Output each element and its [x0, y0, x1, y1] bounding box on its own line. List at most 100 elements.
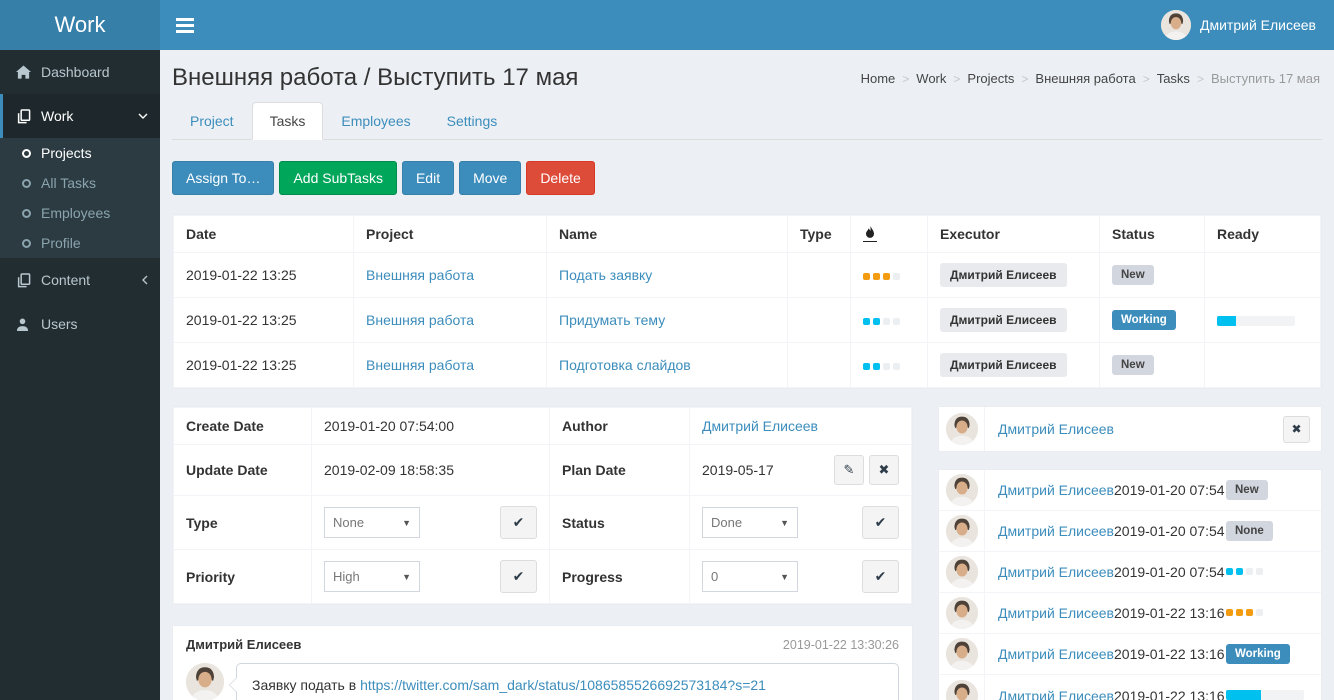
apply-progress-button[interactable]: ✔ — [862, 560, 899, 593]
sidebar-item-label: Projects — [41, 145, 92, 161]
apply-status-button[interactable]: ✔ — [862, 506, 899, 539]
history-row: Дмитрий Елисеев 2019-01-22 13:16 — [939, 593, 1321, 634]
task-link[interactable]: Подать заявку — [559, 267, 652, 283]
author-link[interactable]: Дмитрий Елисеев — [702, 418, 818, 434]
col-type: Type — [788, 216, 851, 253]
project-link[interactable]: Внешняя работа — [366, 312, 474, 328]
assign-to-button[interactable]: Assign To… — [172, 161, 274, 195]
history-user-link[interactable]: Дмитрий Елисеев — [985, 646, 1114, 662]
sidebar-item-employees[interactable]: Employees — [0, 198, 160, 228]
delete-button[interactable]: Delete — [526, 161, 594, 195]
edit-plan-date-button[interactable]: ✎ — [834, 455, 864, 485]
comment-link[interactable]: https://twitter.com/sam_dark/status/1086… — [360, 677, 766, 693]
task-date: 2019-01-22 13:25 — [174, 298, 354, 343]
content-area: Внешняя работа / Выступить 17 мая Home>W… — [160, 50, 1334, 700]
user-menu[interactable]: Дмитрий Елисеев — [1161, 10, 1316, 40]
task-link[interactable]: Подготовка слайдов — [559, 357, 691, 373]
tab-project[interactable]: Project — [172, 102, 252, 140]
history-date: 2019-01-20 07:54 — [1114, 482, 1226, 498]
priority-sort-link[interactable] — [863, 226, 877, 242]
priority-select[interactable]: High▼ — [324, 561, 420, 592]
history-user-link[interactable]: Дмитрий Елисеев — [985, 482, 1114, 498]
breadcrumb-projects[interactable]: Projects — [967, 71, 1014, 86]
check-icon: ✔ — [513, 514, 525, 531]
type-select[interactable]: None▼ — [324, 507, 420, 538]
task-priority — [851, 343, 928, 388]
history-user-link[interactable]: Дмитрий Елисеев — [985, 523, 1114, 539]
sidebar-item-work[interactable]: Work — [0, 94, 160, 138]
history-date: 2019-01-22 13:16 — [1114, 646, 1226, 662]
breadcrumb-tasks[interactable]: Tasks — [1157, 71, 1190, 86]
sidebar-item-label: Dashboard — [41, 64, 110, 80]
history-avatar — [946, 680, 978, 700]
status-badge: New — [1100, 343, 1205, 388]
move-button[interactable]: Move — [459, 161, 521, 195]
brand-logo[interactable]: Work — [0, 0, 160, 50]
create-date-value: 2019-01-20 07:54:00 — [312, 408, 550, 445]
breadcrumb-project[interactable]: Внешняя работа — [1035, 71, 1135, 86]
type-label: Type — [174, 496, 312, 550]
executor-avatar — [946, 413, 978, 445]
copy-icon — [16, 273, 41, 288]
project-link[interactable]: Внешняя работа — [366, 357, 474, 373]
tasks-table-panel: Date Project Name Type Executor Status R… — [172, 214, 1322, 389]
progress-select[interactable]: 0▼ — [702, 561, 798, 592]
add-subtasks-button[interactable]: Add SubTasks — [279, 161, 397, 195]
select-arrow-icon: ▼ — [780, 572, 789, 582]
status-select[interactable]: Done▼ — [702, 507, 798, 538]
check-icon: ✔ — [875, 514, 887, 531]
edit-button[interactable]: Edit — [402, 161, 454, 195]
user-avatar — [1161, 10, 1191, 40]
sidebar-item-content[interactable]: Content — [0, 258, 160, 302]
sidebar-item-users[interactable]: Users — [0, 302, 160, 346]
history-date: 2019-01-20 07:54 — [1114, 523, 1226, 539]
tab-tasks[interactable]: Tasks — [252, 102, 324, 140]
apply-type-button[interactable]: ✔ — [500, 506, 537, 539]
task-link[interactable]: Придумать тему — [559, 312, 665, 328]
sidebar: Dashboard Work Projects All Tasks Employ… — [0, 50, 160, 700]
apply-priority-button[interactable]: ✔ — [500, 560, 537, 593]
history-row: Дмитрий Елисеев 2019-01-20 07:54 New — [939, 470, 1321, 511]
task-toolbar: Assign To… Add SubTasks Edit Move Delete — [172, 161, 1322, 195]
sidebar-item-dashboard[interactable]: Dashboard — [0, 50, 160, 94]
history-user-link[interactable]: Дмитрий Елисеев — [985, 564, 1114, 580]
sidebar-item-label: Profile — [41, 235, 81, 251]
task-type — [788, 253, 851, 298]
pencil-icon: ✎ — [844, 462, 855, 478]
executor-badge: Дмитрий Елисеев — [940, 263, 1067, 287]
select-arrow-icon: ▼ — [402, 518, 411, 528]
task-ready — [1205, 298, 1321, 343]
sidebar-item-projects[interactable]: Projects — [0, 138, 160, 168]
sidebar-item-label: Work — [41, 108, 73, 124]
circle-icon — [22, 239, 31, 248]
sidebar-item-profile[interactable]: Profile — [0, 228, 160, 258]
clear-plan-date-button[interactable]: ✖ — [869, 455, 899, 485]
col-name: Name — [547, 216, 788, 253]
history-row: Дмитрий Елисеев 2019-01-20 07:54 None — [939, 511, 1321, 552]
sidebar-item-all-tasks[interactable]: All Tasks — [0, 168, 160, 198]
task-type — [788, 298, 851, 343]
breadcrumb-home[interactable]: Home — [861, 71, 896, 86]
remove-executor-button[interactable]: ✖ — [1283, 416, 1310, 443]
chevron-down-icon — [138, 113, 148, 119]
history-user-link[interactable]: Дмитрий Елисеев — [985, 688, 1114, 700]
task-date: 2019-01-22 13:25 — [174, 253, 354, 298]
tasks-table: Date Project Name Type Executor Status R… — [173, 215, 1321, 388]
status-badge: New — [1100, 253, 1205, 298]
tab-settings[interactable]: Settings — [429, 102, 516, 140]
work-submenu: Projects All Tasks Employees Profile — [0, 138, 160, 258]
executor-panel: Дмитрий Елисеев ✖ — [938, 406, 1322, 452]
comment-panel: Дмитрий Елисеев 2019-01-22 13:30:26 Заяв… — [172, 625, 913, 700]
history-panel: Дмитрий Елисеев 2019-01-20 07:54 New Дми… — [938, 469, 1322, 700]
breadcrumb-work[interactable]: Work — [916, 71, 946, 86]
tab-employees[interactable]: Employees — [323, 102, 428, 140]
fire-icon — [865, 226, 875, 239]
sidebar-toggle-icon[interactable] — [176, 8, 210, 42]
page-title: Внешняя работа / Выступить 17 мая — [172, 64, 578, 92]
check-icon: ✔ — [875, 568, 887, 585]
history-user-link[interactable]: Дмитрий Елисеев — [985, 605, 1114, 621]
executor-link[interactable]: Дмитрий Елисеев — [985, 421, 1283, 437]
status-label: Status — [550, 496, 690, 550]
sidebar-item-label: Employees — [41, 205, 110, 221]
project-link[interactable]: Внешняя работа — [366, 267, 474, 283]
